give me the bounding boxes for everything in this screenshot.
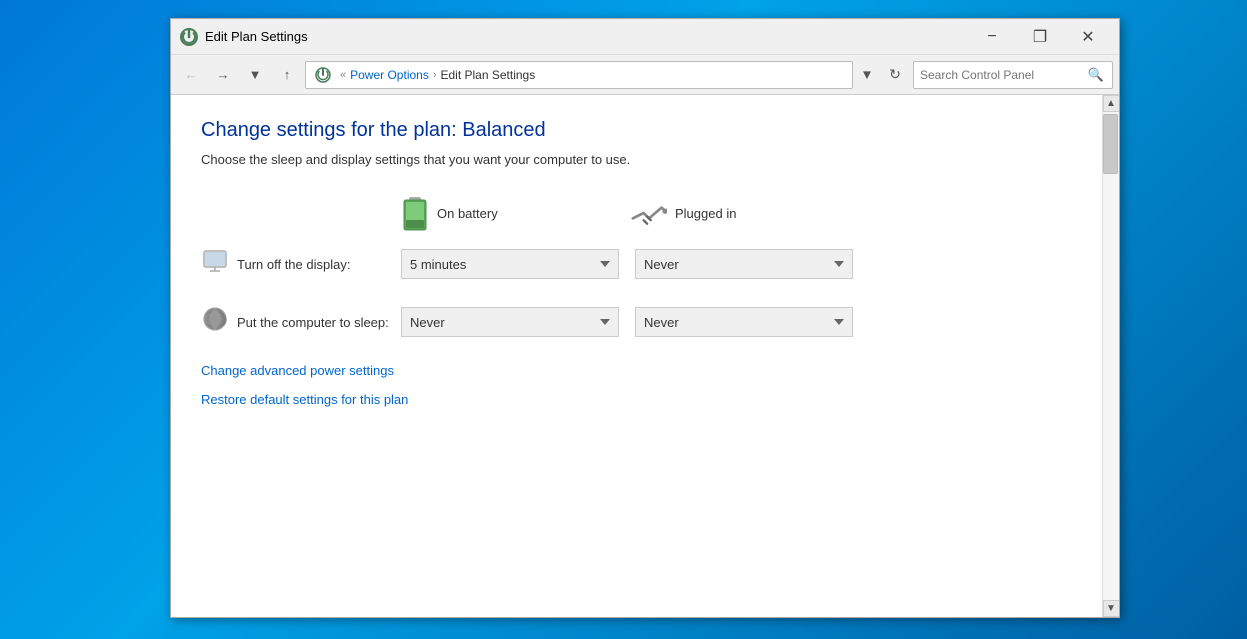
close-button[interactable]: ✕: [1065, 22, 1111, 52]
scroll-thumb[interactable]: [1103, 114, 1118, 174]
display-label: Turn off the display:: [237, 257, 350, 272]
battery-column-header: On battery: [401, 195, 631, 231]
address-dropdown-button[interactable]: ▼: [857, 61, 877, 89]
window-title: Edit Plan Settings: [205, 29, 969, 44]
plugged-column-header: Plugged in: [631, 195, 861, 231]
recent-pages-button[interactable]: ▼: [241, 61, 269, 89]
sleep-label: Put the computer to sleep:: [237, 315, 389, 330]
back-button[interactable]: ←: [177, 61, 205, 89]
search-box[interactable]: 🔍: [913, 61, 1113, 89]
display-label-area: Turn off the display:: [201, 247, 401, 281]
plugged-column-label: Plugged in: [675, 206, 736, 221]
scrollbar: ▲ ▼: [1102, 95, 1119, 617]
links-area: Change advanced power settings Restore d…: [201, 363, 1072, 407]
scroll-track[interactable]: [1103, 112, 1120, 600]
restore-button[interactable]: ❐: [1017, 22, 1063, 52]
search-input[interactable]: [920, 68, 1086, 82]
display-dropdowns: 5 minutes 1 minute 2 minutes 3 minutes 1…: [401, 249, 853, 279]
advanced-settings-link[interactable]: Change advanced power settings: [201, 363, 1072, 378]
page-subtitle: Choose the sleep and display settings th…: [201, 152, 1072, 167]
up-button[interactable]: ↑: [273, 61, 301, 89]
sleep-setting-row: Put the computer to sleep: Never 1 minut…: [201, 305, 1072, 339]
breadcrumb-arrow: ›: [433, 69, 437, 81]
refresh-button[interactable]: ↻: [881, 61, 909, 89]
scroll-up-arrow[interactable]: ▲: [1103, 95, 1120, 112]
breadcrumb-link-power-options[interactable]: Power Options: [350, 68, 429, 82]
sleep-dropdowns: Never 1 minute 2 minutes 5 minutes 10 mi…: [401, 307, 853, 337]
display-setting-row: Turn off the display: 5 minutes 1 minute…: [201, 247, 1072, 281]
address-bar: ← → ▼ ↑ « Power Options › Edit Plan Sett…: [171, 55, 1119, 95]
display-plugged-select[interactable]: Never 1 minute 2 minutes 5 minutes 10 mi…: [635, 249, 853, 279]
restore-defaults-link[interactable]: Restore default settings for this plan: [201, 392, 1072, 407]
title-bar: Edit Plan Settings − ❐ ✕: [171, 19, 1119, 55]
main-window: Edit Plan Settings − ❐ ✕ ← → ▼ ↑ « Power…: [170, 18, 1120, 618]
display-icon: [201, 247, 229, 281]
sleep-plugged-select[interactable]: Never 1 minute 2 minutes 5 minutes 10 mi…: [635, 307, 853, 337]
battery-column-label: On battery: [437, 206, 498, 221]
forward-button[interactable]: →: [209, 61, 237, 89]
settings-header: On battery Plugged in: [401, 195, 1072, 231]
sleep-battery-select[interactable]: Never 1 minute 2 minutes 5 minutes 10 mi…: [401, 307, 619, 337]
sleep-icon: [201, 305, 229, 339]
window-controls: − ❐ ✕: [969, 22, 1111, 52]
breadcrumb-prefix: «: [340, 69, 346, 81]
search-icon-button[interactable]: 🔍: [1086, 65, 1106, 85]
scroll-down-arrow[interactable]: ▼: [1103, 600, 1120, 617]
minimize-button[interactable]: −: [969, 22, 1015, 52]
sleep-label-area: Put the computer to sleep:: [201, 305, 401, 339]
breadcrumb-current: Edit Plan Settings: [441, 68, 536, 82]
content-wrapper: Change settings for the plan: Balanced C…: [171, 95, 1119, 617]
window-icon: [179, 27, 199, 47]
content-area: Change settings for the plan: Balanced C…: [171, 95, 1102, 617]
address-path[interactable]: « Power Options › Edit Plan Settings: [305, 61, 853, 89]
display-battery-select[interactable]: 5 minutes 1 minute 2 minutes 3 minutes 1…: [401, 249, 619, 279]
page-title: Change settings for the plan: Balanced: [201, 119, 1072, 142]
